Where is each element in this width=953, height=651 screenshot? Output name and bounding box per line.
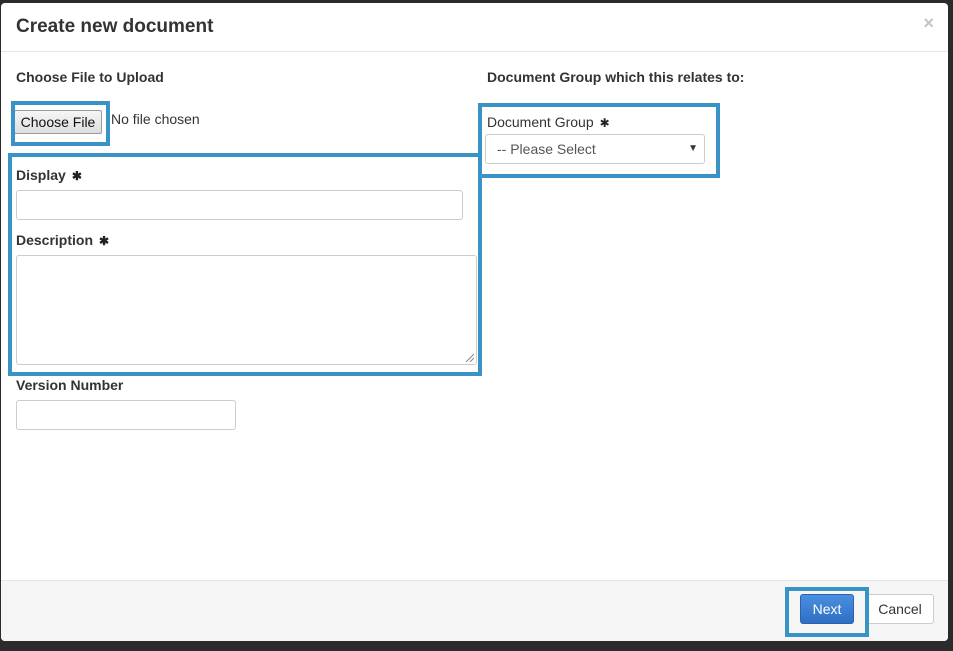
required-icon: ✱ [599,116,610,131]
upload-section-label: Choose File to Upload [16,69,164,85]
resize-grip-icon[interactable] [466,354,474,362]
display-label-text: Display [16,167,66,183]
document-group-label: Document Group ✱ [487,114,610,130]
choose-file-button[interactable]: Choose File [14,110,102,134]
description-label: Description ✱ [16,232,109,248]
required-icon: ✱ [99,234,110,249]
close-icon[interactable]: × [923,13,934,33]
document-group-selected: -- Please Select [497,141,596,157]
group-section-label: Document Group which this relates to: [487,69,745,85]
display-label: Display ✱ [16,167,82,183]
modal-title: Create new document [16,16,214,37]
modal-header: Create new document × [1,3,948,52]
version-number-input[interactable] [16,400,236,430]
required-icon: ✱ [71,169,82,184]
display-input[interactable] [16,190,463,220]
description-label-text: Description [16,232,94,248]
version-number-label: Version Number [16,377,124,393]
description-textarea[interactable] [16,255,477,365]
chevron-down-icon: ▼ [688,143,698,154]
next-button[interactable]: Next [800,594,854,624]
file-status-text: No file chosen [111,111,200,127]
document-group-label-text: Document Group [487,114,594,130]
document-group-select[interactable]: -- Please Select ▼ [485,134,705,164]
cancel-button[interactable]: Cancel [866,594,934,624]
